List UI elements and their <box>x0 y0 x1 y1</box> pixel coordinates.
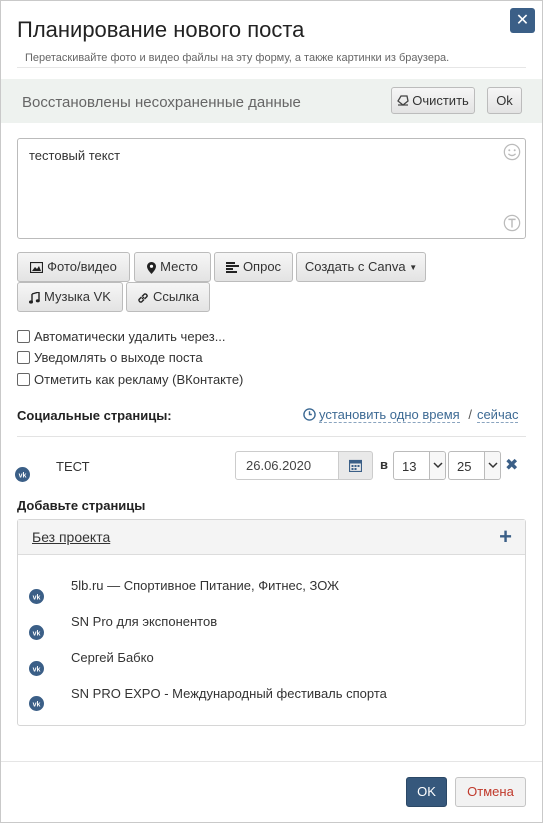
ok-button[interactable]: OK <box>406 777 447 807</box>
link-button[interactable]: Ссылка <box>126 282 210 312</box>
image-icon <box>30 262 44 274</box>
calendar-icon <box>349 459 362 472</box>
set-single-time-link[interactable]: установить одно время <box>319 407 460 423</box>
minute-select[interactable]: 25 <box>448 451 501 480</box>
vk-icon: vk <box>29 589 44 604</box>
svg-text:vk: vk <box>33 701 41 708</box>
page-name: 5lb.ru — Спортивное Питание, Фитнес, ЗОЖ <box>71 578 340 593</box>
eraser-icon <box>397 95 409 106</box>
time-controls: установить одно время / сейчас <box>303 407 519 423</box>
svg-text:vk: vk <box>19 472 27 479</box>
emoji-icon[interactable] <box>503 143 521 161</box>
clear-label: Очистить <box>412 93 469 108</box>
checkbox[interactable] <box>17 330 30 343</box>
poll-button[interactable]: Опрос <box>214 252 293 282</box>
chevron-down-icon <box>429 452 445 479</box>
poll-icon <box>225 262 239 274</box>
chevron-down-icon <box>484 452 500 479</box>
project-header: Без проекта + <box>18 520 525 555</box>
poll-label: Опрос <box>242 259 282 274</box>
canva-dropdown-button[interactable]: Создать с Canva ▼ <box>296 252 426 282</box>
music-vk-label: Музыка VK <box>44 289 111 304</box>
link-icon <box>138 292 148 303</box>
add-pages-title: Добавьте страницы <box>17 498 146 513</box>
option-label: Отметить как рекламу (ВКонтакте) <box>34 372 244 387</box>
restore-message: Восстановлены несохраненные данные <box>22 94 301 111</box>
vk-icon: vk <box>29 661 44 676</box>
clear-button[interactable]: Очистить <box>391 87 475 114</box>
option-auto-delete[interactable]: Автоматически удалить через... <box>17 329 226 344</box>
option-notify[interactable]: Уведомлять о выходе поста <box>17 350 203 365</box>
social-pages-title: Социальные страницы: <box>17 408 172 423</box>
svg-text:vk: vk <box>33 630 41 637</box>
canva-label: Создать с Canva <box>304 259 406 274</box>
text-format-icon[interactable] <box>503 214 521 232</box>
cancel-button[interactable]: Отмена <box>455 777 526 807</box>
restore-ok-button[interactable]: Ok <box>487 87 522 114</box>
minute-value: 25 <box>457 459 472 474</box>
post-text: тестовый текст <box>29 148 121 163</box>
option-label: Уведомлять о выходе поста <box>34 350 203 365</box>
place-button[interactable]: Место <box>134 252 211 282</box>
hour-select[interactable]: 13 <box>393 451 446 480</box>
option-mark-ad[interactable]: Отметить как рекламу (ВКонтакте) <box>17 372 243 387</box>
music-vk-button[interactable]: Музыка VK <box>17 282 123 312</box>
restore-notice: Восстановлены несохраненные данные Очист… <box>1 79 542 123</box>
caret-down-icon: ▼ <box>409 263 418 272</box>
close-button[interactable]: ✕ <box>510 8 535 33</box>
post-text-editor[interactable]: тестовый текст <box>17 138 526 239</box>
svg-text:vk: vk <box>33 594 41 601</box>
clock-icon <box>303 408 316 421</box>
now-link[interactable]: сейчас <box>476 407 519 423</box>
place-label: Место <box>160 259 198 274</box>
option-label: Автоматически удалить через... <box>34 329 226 344</box>
dropzone-hint: Перетаскивайте фото и видео файлы на эту… <box>25 52 450 64</box>
divider <box>17 436 526 437</box>
checkbox[interactable] <box>17 373 30 386</box>
map-marker-icon <box>147 261 157 274</box>
page-name: SN Pro для экспонентов <box>71 614 218 629</box>
page-name: SN PRO EXPO - Международный фестиваль сп… <box>71 686 387 701</box>
music-icon <box>29 291 40 304</box>
page-name: Сергей Бабко <box>71 650 154 665</box>
add-project-button[interactable]: + <box>499 524 512 550</box>
account-name: ТЕСТ <box>56 459 90 474</box>
svg-text:vk: vk <box>33 666 41 673</box>
project-pages-panel: Без проекта + vk 5lb.ru — Спортивное Пит… <box>17 519 526 726</box>
project-name-link[interactable]: Без проекта <box>32 529 110 545</box>
link-label: Ссылка <box>152 289 200 304</box>
photo-video-label: Фото/видео <box>47 259 117 274</box>
remove-account-button[interactable]: ✖ <box>505 455 518 475</box>
vk-icon: vk <box>15 467 30 482</box>
divider <box>1 761 542 762</box>
slash-separator: / <box>468 407 472 422</box>
date-input[interactable]: 26.06.2020 <box>235 451 339 480</box>
vk-icon: vk <box>29 696 44 711</box>
vk-icon: vk <box>29 625 44 640</box>
at-label: в <box>380 457 388 472</box>
schedule-post-dialog: Планирование нового поста ✕ Перетаскивай… <box>0 0 543 823</box>
photo-video-button[interactable]: Фото/видео <box>17 252 130 282</box>
hour-value: 13 <box>402 459 417 474</box>
divider <box>17 67 526 68</box>
checkbox[interactable] <box>17 351 30 364</box>
calendar-button[interactable] <box>338 451 373 480</box>
dialog-title: Планирование нового поста <box>17 17 305 42</box>
